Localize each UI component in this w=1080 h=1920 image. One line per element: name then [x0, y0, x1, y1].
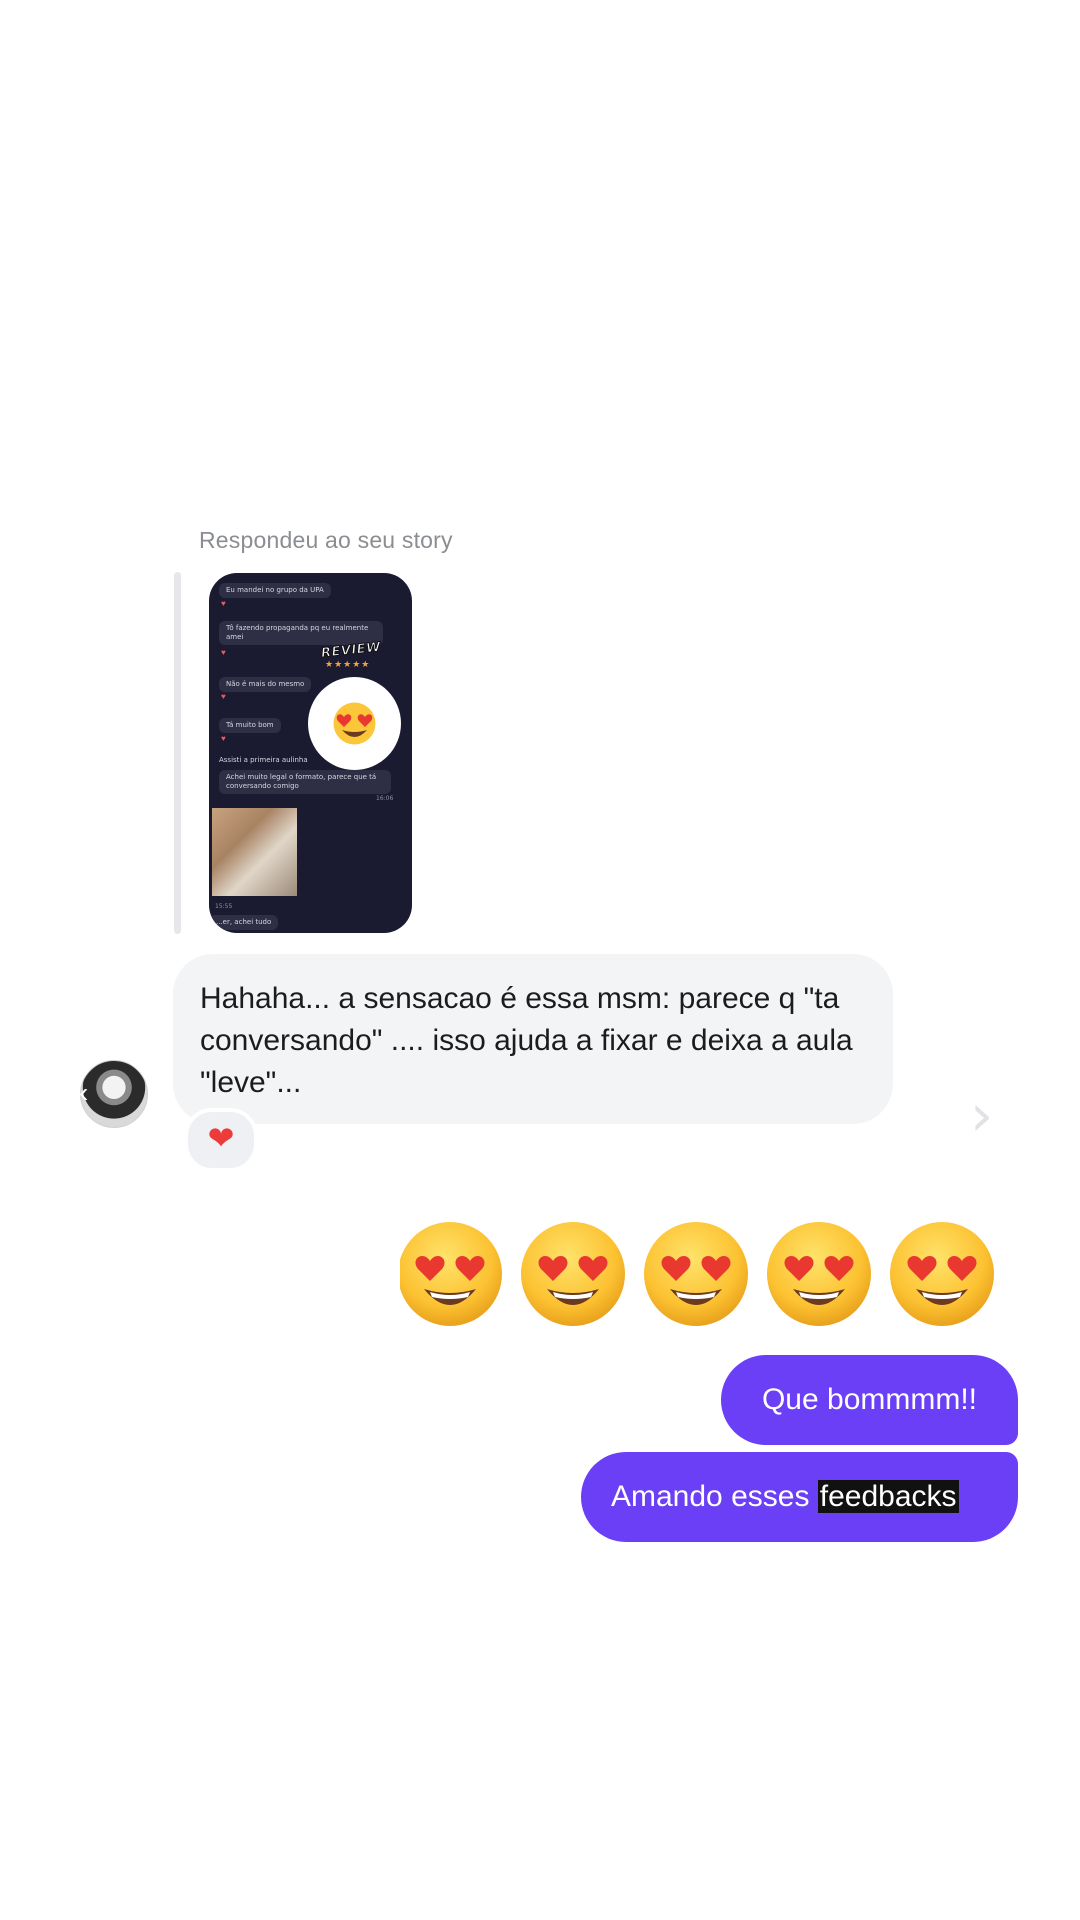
heart-eyes-emoji-icon — [398, 1222, 502, 1326]
story-time: 16:06 — [376, 795, 394, 802]
heart-eyes-emoji-icon — [521, 1222, 625, 1326]
story-message: Assisti a primeira aulinha — [219, 756, 308, 764]
heart-icon: ♥ — [221, 648, 226, 657]
message-reaction[interactable]: ❤ — [184, 1108, 258, 1172]
reply-context-label: Respondeu ao seu story — [199, 527, 453, 553]
story-message: Tá muito bom — [219, 718, 281, 733]
review-sticker: REVIEW ★★★★★ — [320, 639, 391, 673]
incoming-message-text: Hahaha... a sensacao é essa msm: parece … — [200, 982, 853, 1099]
highlighted-text[interactable]: feedbacks — [817, 1480, 959, 1513]
avatar[interactable]: ‹ — [79, 1060, 148, 1128]
outgoing-message-text: Amando esses — [611, 1480, 818, 1513]
heart-eyes-emoji-icon — [644, 1222, 748, 1326]
outgoing-emoji-message[interactable] — [398, 1215, 1015, 1335]
outgoing-message-bubble[interactable]: Que bommmm!! — [721, 1355, 1018, 1445]
heart-icon: ♥ — [221, 734, 226, 743]
story-message: ...er, achei tudo — [209, 915, 279, 930]
heart-icon: ❤ — [207, 1120, 235, 1156]
outgoing-message-bubble[interactable]: Amando esses feedbacks — [581, 1452, 1018, 1542]
story-message: Achei muito legal o formato, parece que … — [219, 770, 391, 794]
heart-eyes-emoji-icon — [333, 702, 376, 745]
heart-icon: ♥ — [221, 599, 226, 608]
review-sticker-text: REVIEW — [320, 639, 382, 662]
chevron-left-icon[interactable]: ‹ — [79, 1079, 88, 1107]
heart-eyes-emoji-row — [398, 1222, 994, 1326]
story-photo — [212, 808, 297, 896]
heart-eyes-emoji-icon — [767, 1222, 871, 1326]
story-time: 15:55 — [215, 903, 233, 910]
heart-icon: ♥ — [221, 692, 226, 701]
emoji-reaction-sticker — [308, 677, 401, 770]
star-rating-icon: ★★★★★ — [325, 659, 371, 669]
incoming-message-bubble[interactable]: Hahaha... a sensacao é essa msm: parece … — [173, 954, 893, 1124]
story-message: Eu mandei no grupo da UPA — [219, 583, 331, 598]
story-message: Não é mais do mesmo — [219, 677, 312, 692]
story-preview[interactable]: Eu mandei no grupo da UPA ♥ Tô fazendo p… — [209, 573, 412, 933]
heart-eyes-emoji-icon — [890, 1222, 994, 1326]
chevron-right-icon[interactable]: › — [970, 1086, 993, 1144]
reply-indicator-bar — [174, 572, 181, 934]
outgoing-message-text: Que bommmm!! — [761, 1383, 978, 1416]
